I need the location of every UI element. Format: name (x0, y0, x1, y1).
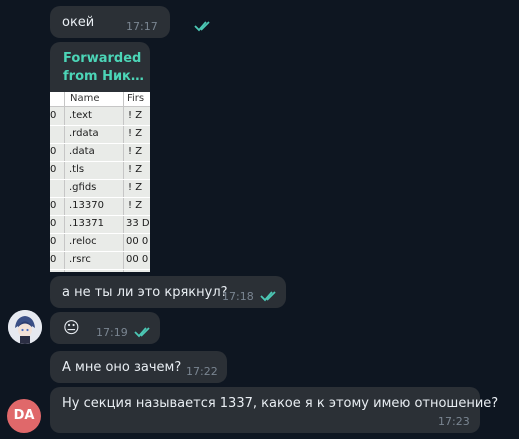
table-header: Name Firs (50, 92, 150, 107)
anime-avatar-icon[interactable] (8, 310, 42, 344)
section-name: .13371 (69, 218, 104, 229)
forwarded-image[interactable]: Name Firs 0 .text ! Z .rdata ! Z 0 .data… (50, 92, 150, 272)
section-name: .rsrc (69, 254, 91, 265)
message-time: 17:17 (126, 20, 158, 33)
section-name: .rdata (69, 128, 99, 139)
message-bubble-question[interactable]: а не ты ли это крякнул? 17:18 (50, 276, 286, 308)
forwarded-label: Forwarded (63, 51, 142, 66)
table-row: .rdata ! Z (50, 125, 150, 144)
avatar-initials: DA (13, 408, 35, 423)
table-row: 0 .tls ! Z (50, 161, 150, 180)
table-row: 0 .reloc 00 0 (50, 233, 150, 252)
section-name: .tls (69, 164, 85, 175)
section-name: .13370 (69, 200, 104, 211)
avatar-da[interactable]: DA (7, 399, 41, 433)
message-text: а не ты ли это крякнул? (62, 285, 228, 300)
row-prefix: 0 (50, 200, 57, 211)
column-header-name: Name (70, 93, 100, 104)
anime-avatar-icon (8, 310, 42, 344)
message-bubble-why[interactable]: А мне оно зачем? 17:22 (50, 351, 227, 383)
section-name: .reloc (69, 236, 97, 247)
message-time: 17:19 (96, 326, 128, 339)
section-first: ! Z (128, 164, 143, 175)
section-name: .data (69, 146, 95, 157)
table-row: 0 .13371 33 D (50, 215, 150, 234)
double-check-icon (134, 327, 150, 338)
row-prefix: 0 (50, 146, 57, 157)
forwarded-from-link[interactable]: from Ник… (63, 69, 144, 84)
emoji-neutral-face: 😐 (63, 318, 80, 337)
section-first: ! Z (128, 146, 143, 157)
row-prefix: 0 (50, 164, 57, 175)
double-check-icon (194, 21, 210, 32)
message-time: 17:23 (438, 415, 470, 428)
message-text: окей (62, 15, 95, 30)
section-name: .gfids (69, 182, 97, 193)
table-row: 0 .13370 ! Z (50, 197, 150, 216)
row-prefix: 0 (50, 218, 57, 229)
section-first: ! Z (128, 128, 143, 139)
row-prefix: 0 (50, 110, 57, 121)
section-name: .text (69, 110, 92, 121)
table-row: 0 .rsrc 00 0 (50, 251, 150, 270)
message-time: 17:22 (186, 365, 218, 378)
section-first: 00 0 (126, 236, 149, 247)
message-time: 17:18 (222, 290, 254, 303)
double-check-icon (260, 291, 276, 302)
section-first: 00 0 (126, 254, 149, 265)
table-row: 0 .text ! Z (50, 107, 150, 126)
table-row: 0 .data ! Z (50, 143, 150, 162)
section-first: ! Z (128, 110, 143, 121)
message-text: Ну секция называется 1337, какое я к это… (62, 396, 499, 411)
section-first: 33 D (126, 218, 150, 229)
row-prefix: 0 (50, 254, 57, 265)
table-row: .gfids ! Z (50, 179, 150, 198)
message-bubble-emoji[interactable]: 😐 17:19 (50, 312, 160, 344)
column-header-first: Firs (127, 93, 145, 104)
row-prefix: 0 (50, 236, 57, 247)
message-bubble-okay[interactable]: окей 17:17 (50, 6, 210, 38)
message-bubble-forwarded[interactable]: Forwarded from Ник… Name Firs 0 .text ! … (50, 42, 150, 272)
section-first: ! Z (128, 200, 143, 211)
section-first: ! Z (128, 182, 143, 193)
message-bubble-section[interactable]: Ну секция называется 1337, какое я к это… (50, 387, 498, 433)
message-text: А мне оно зачем? (62, 360, 182, 375)
